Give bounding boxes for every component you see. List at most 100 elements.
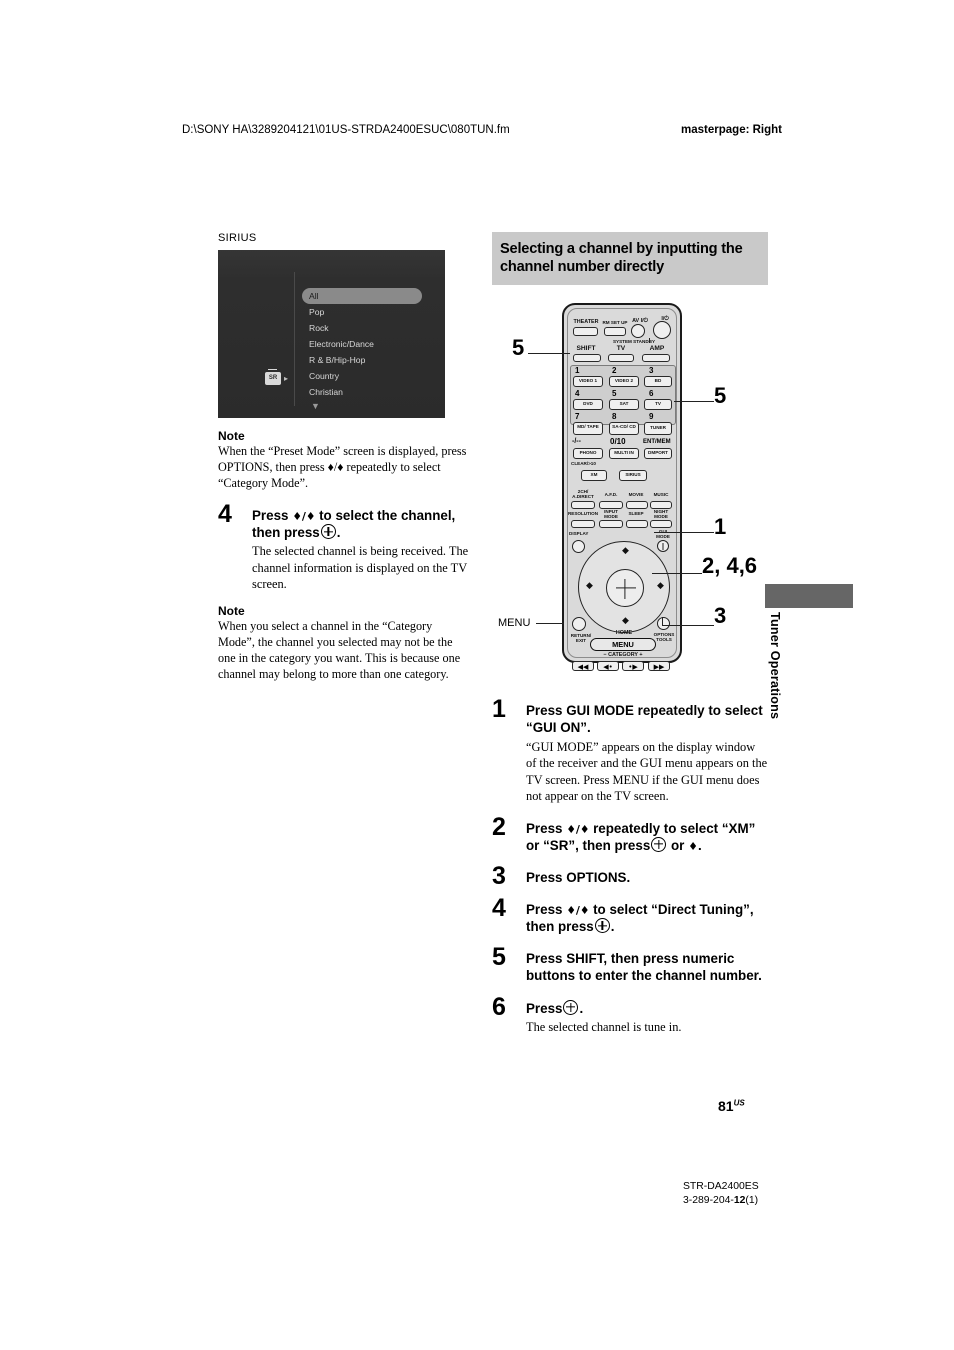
callout-shift: 5 <box>512 335 525 361</box>
step-title: Press GUI MODE repeatedly to select “GUI… <box>526 703 763 736</box>
manual-page: D:\SONY HA\3289204121\01US-STRDA2400ESUC… <box>0 0 954 1350</box>
num-4-label: 4 <box>575 389 580 399</box>
forward-icon: •▶ <box>628 663 638 672</box>
callout-options-leader <box>662 625 714 627</box>
step-body: “GUI MODE” appears on the display window… <box>526 739 768 804</box>
part-number: 3-289-204-12(1) <box>683 1194 759 1208</box>
step-number: 5 <box>492 943 506 972</box>
enter-button-icon <box>594 918 610 934</box>
numeric-button-block <box>570 365 676 426</box>
page-number-value: 81 <box>718 1098 734 1114</box>
dpad-left-icon[interactable]: ◆ <box>586 581 593 591</box>
navigation-dpad[interactable]: ◆ ◆ ◆ ◆ <box>578 541 670 634</box>
music-button[interactable] <box>650 501 672 510</box>
category-item-all[interactable]: All <box>302 288 422 304</box>
category-label: − CATEGORY + <box>603 652 643 659</box>
shift-button[interactable] <box>573 354 601 363</box>
resolution-button[interactable] <box>571 520 595 529</box>
standby-bracket <box>649 338 651 344</box>
tv-source-label: TV <box>655 401 661 407</box>
source-file-path: D:\SONY HA\3289204121\01US-STRDA2400ESUC… <box>182 124 510 136</box>
afd-button[interactable] <box>599 501 623 510</box>
note-text-2: When you select a channel in the “Catego… <box>218 618 461 681</box>
tuning-plus-button[interactable]: ▶▶ <box>648 661 670 672</box>
callout-numeric: 5 <box>714 383 727 409</box>
dpad-right-icon[interactable]: ◆ <box>657 581 664 591</box>
dvd-label: DVD <box>583 401 593 407</box>
category-mode-left-button[interactable]: ◀• <box>597 661 619 672</box>
category-mode-right-button[interactable]: •▶ <box>622 661 644 672</box>
movie-button[interactable] <box>626 501 648 510</box>
music-label: MUSIC <box>653 492 669 498</box>
category-item-electronic-dance[interactable]: Electronic/Dance <box>302 336 437 352</box>
category-item-country[interactable]: Country <box>302 368 437 384</box>
home-label: HOME <box>615 630 633 637</box>
step-3: 3 Press OPTIONS. <box>492 863 768 888</box>
category-item-rb-hiphop[interactable]: R & B/Hip-Hop <box>302 352 437 368</box>
amp-mode-label: AMP <box>649 345 665 353</box>
category-item-rock[interactable]: Rock <box>302 320 437 336</box>
movie-label: MOVIE <box>628 492 644 498</box>
tuning-minus-button[interactable]: ◀◀ <box>572 661 594 672</box>
multi-in-label: MULTI IN <box>614 450 634 456</box>
md-tape-label: MD/ TAPE <box>577 424 599 430</box>
dpad-up-icon[interactable]: ◆ <box>622 546 629 556</box>
side-tab-bar <box>765 584 853 608</box>
theater-label: THEATER <box>573 319 599 326</box>
screen-divider <box>294 272 295 406</box>
enter-button-icon <box>320 524 336 540</box>
updown-arrows-icon: ♦/♦ <box>566 903 590 917</box>
callout-numeric-leader <box>674 401 714 403</box>
resolution-label: RESOLUTION <box>567 511 599 517</box>
sirius-label: SIRIUS <box>625 472 641 478</box>
part-number-suffix: (1) <box>745 1194 759 1206</box>
chevron-down-icon[interactable]: ▼ <box>302 400 437 414</box>
updown-arrows-icon: ♦/♦ <box>566 822 590 836</box>
afd-label: A.F.D. <box>604 492 618 498</box>
video2-label: VIDEO 2 <box>614 378 634 384</box>
callout-options: 3 <box>714 603 727 629</box>
rm-setup-button[interactable] <box>604 327 626 337</box>
night-mode-button[interactable] <box>650 520 672 529</box>
category-item-pop[interactable]: Pop <box>302 304 437 320</box>
step-title: Press ♦/♦ repeatedly to select “XM” or “… <box>526 820 768 854</box>
tuner-label: TUNER <box>650 425 666 431</box>
step-title-end: . <box>336 525 341 541</box>
part-number-prefix: 3-289-204- <box>683 1194 734 1206</box>
num-9-label: 9 <box>649 412 654 422</box>
note-heading-2: Note <box>218 603 245 618</box>
theater-button[interactable] <box>573 327 598 337</box>
display-label: DISPLAY <box>569 531 589 537</box>
xm-label: XM <box>590 472 598 478</box>
night-mode-label: NIGHT MODE <box>653 509 669 520</box>
step-4-left: 4 Press ♦/♦ to select the channel, then … <box>218 501 470 593</box>
step-body: The selected channel is being received. … <box>252 544 469 592</box>
callout-enter: 2, 4,6 <box>702 553 758 579</box>
tv-mode-button[interactable] <box>608 354 634 363</box>
phono-label: PHONO <box>579 450 597 456</box>
step-number: 6 <box>492 992 506 1021</box>
num-6-label: 6 <box>649 389 654 399</box>
enter-button-icon <box>563 999 579 1015</box>
category-item-christian[interactable]: Christian <box>302 384 437 400</box>
dpad-down-icon[interactable]: ◆ <box>622 616 629 626</box>
2ch-adirect-button[interactable] <box>571 501 595 510</box>
menu-button[interactable]: MENU <box>590 638 656 652</box>
sleep-button[interactable] <box>626 520 648 529</box>
sacd-cd-label: SA-CD/ CD <box>612 424 636 430</box>
callout-menu-label: MENU <box>498 617 531 630</box>
enter-button[interactable] <box>606 569 644 608</box>
screen-caption: SIRIUS <box>218 232 257 244</box>
callout-enter-leader <box>652 573 702 575</box>
step-number: 4 <box>218 499 232 528</box>
num-7-label: 7 <box>575 412 580 422</box>
gui-mode-label: GUI MODE <box>656 529 670 540</box>
input-mode-button[interactable] <box>599 520 623 529</box>
right-column: Selecting a channel by inputting the cha… <box>492 232 768 1035</box>
side-tab-label: Tuner Operations <box>768 612 782 720</box>
page-title: Selecting a channel by inputting the cha… <box>500 241 743 276</box>
left-column: SIRIUS SR ▸ All Pop Rock Electronic/Danc… <box>218 232 470 683</box>
amp-mode-button[interactable] <box>642 354 670 363</box>
page-header: D:\SONY HA\3289204121\01US-STRDA2400ESUC… <box>182 124 782 140</box>
step-1: 1 Press GUI MODE repeatedly to select “G… <box>492 697 768 804</box>
